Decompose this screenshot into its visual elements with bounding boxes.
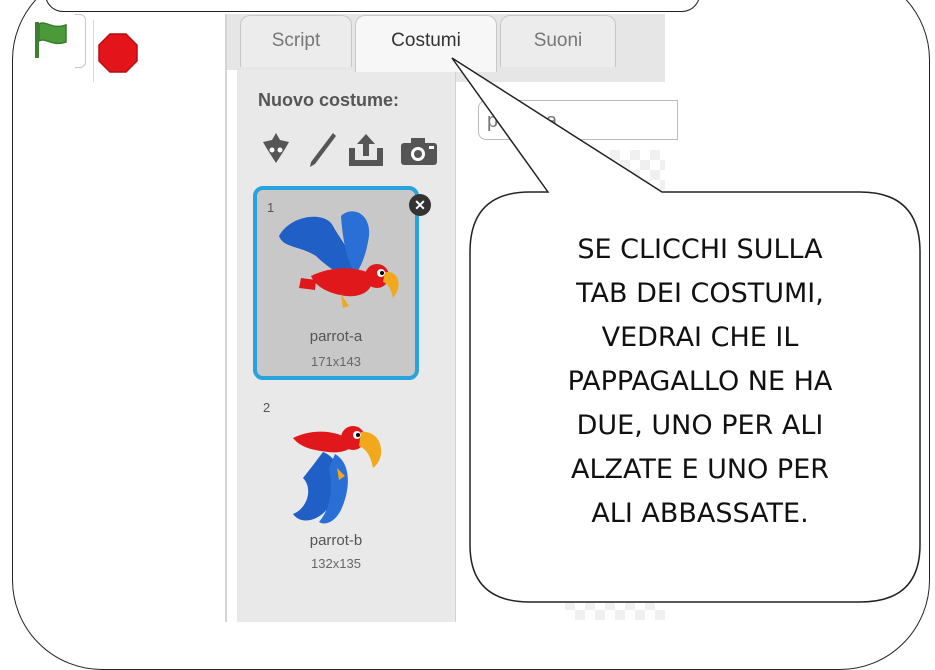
upload-icon[interactable] xyxy=(345,130,387,170)
costume-item-1[interactable]: 1 parrot-a 171x143 xyxy=(253,186,419,380)
canvas-checkerboard xyxy=(565,590,665,620)
parrot-a-thumbnail xyxy=(279,211,399,308)
costume-number: 2 xyxy=(263,400,271,415)
delete-costume-icon[interactable]: ✕ xyxy=(409,194,431,216)
green-flag-icon[interactable] xyxy=(32,20,68,58)
stage-area xyxy=(75,82,227,622)
paint-sprite-icon[interactable] xyxy=(256,130,296,170)
callout-line: SE CLICCHI SULLA xyxy=(577,234,823,265)
costume-item-2[interactable]: 2 parrot-b 132x135 xyxy=(253,398,419,598)
costume-size: 132x135 xyxy=(311,556,361,571)
paintbrush-icon[interactable] xyxy=(305,130,339,170)
costume-name: parrot-b xyxy=(309,532,363,549)
costume-name-field[interactable]: parrot-a xyxy=(478,100,678,140)
callout-line: PAPPAGALLO NE HA xyxy=(567,366,833,397)
callout-line: VEDRAI CHE IL xyxy=(601,322,799,353)
new-costume-label: Nuovo costume: xyxy=(258,90,400,110)
callout-line: ALI ABBASSATE. xyxy=(591,498,809,529)
parrot-b-thumbnail xyxy=(293,426,382,524)
callout-line: ALZATE E UNO PER xyxy=(570,454,830,485)
tab-sounds[interactable]: Suoni xyxy=(500,15,616,67)
costume-name: parrot-a xyxy=(309,328,363,345)
tab-costumes[interactable]: Costumi xyxy=(355,15,497,72)
costume-size: 171x143 xyxy=(311,354,361,369)
tab-script[interactable]: Script xyxy=(240,15,352,67)
stage-size-control[interactable] xyxy=(75,14,86,68)
canvas-checkerboard xyxy=(560,150,665,230)
stop-icon[interactable] xyxy=(98,33,138,73)
callout-text: SE CLICCHI SULLA TAB DEI COSTUMI, VEDRAI… xyxy=(500,228,900,536)
callout-line: TAB DEI COSTUMI, xyxy=(576,278,824,309)
toolbar-divider xyxy=(93,20,94,82)
camera-icon[interactable] xyxy=(398,130,440,170)
top-speech-bubble-edge xyxy=(45,0,700,12)
panel-divider xyxy=(225,14,227,622)
callout-line: DUE, UNO PER ALI xyxy=(576,410,824,441)
